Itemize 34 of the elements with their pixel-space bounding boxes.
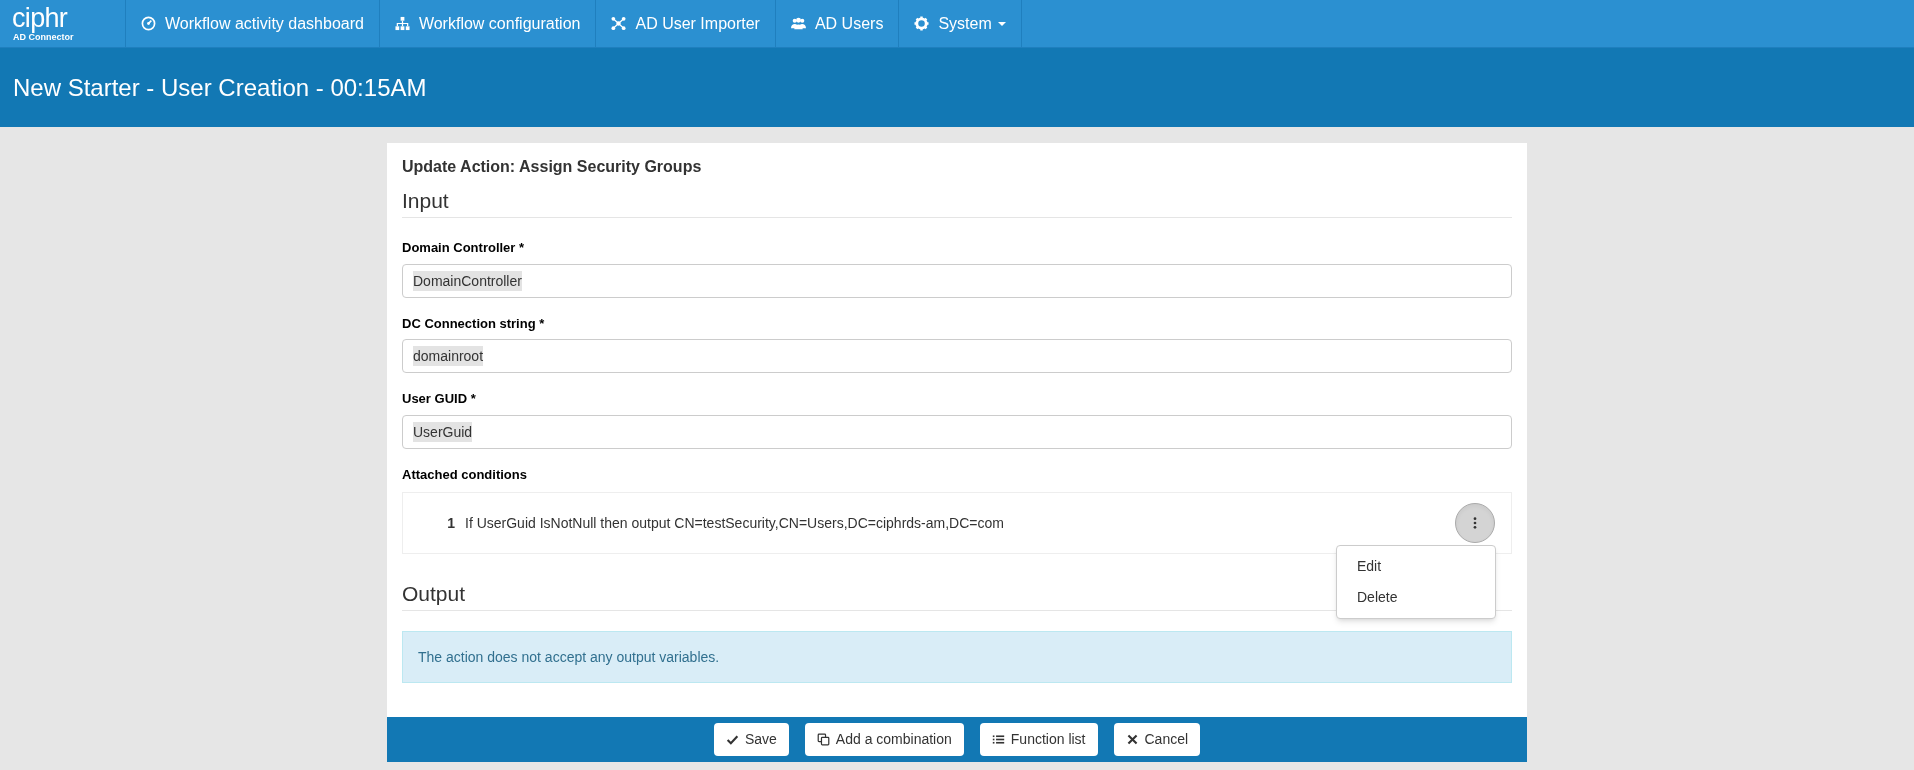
kebab-icon [1473, 517, 1477, 529]
action-button[interactable]: Function list [979, 723, 1098, 756]
action-button[interactable]: Add a combination [804, 723, 964, 756]
field-label: Domain Controller * [402, 239, 525, 257]
close-icon [1125, 733, 1139, 746]
settings-icon [914, 16, 930, 31]
menu-item[interactable]: Delete [1337, 582, 1495, 613]
section-heading: Input [402, 188, 449, 214]
check-icon [725, 733, 739, 746]
action-button[interactable]: Save [713, 723, 789, 756]
info-message: The action does not accept any output variables. [402, 631, 1512, 683]
variable-token: DomainController [413, 270, 522, 291]
sitemap-icon [394, 16, 410, 31]
gauge-icon [141, 16, 156, 31]
input-field[interactable]: DomainController [402, 263, 1512, 298]
more-options-button[interactable] [1455, 503, 1495, 543]
section-heading: Output [402, 581, 466, 607]
variable-token: domainroot [413, 346, 484, 366]
field-label: DC Connection string * [402, 314, 545, 333]
menu-item[interactable]: Edit [1337, 551, 1495, 582]
input-field[interactable]: domainroot [402, 339, 1512, 373]
condition-number: 1 [446, 513, 455, 533]
field-label: User GUID * [402, 390, 476, 408]
copy-icon [816, 733, 830, 746]
form-title: Update Action: Assign Security Groups [402, 157, 703, 177]
page-title: New Starter - User Creation - 00:15AM [13, 72, 427, 103]
list-icon [991, 733, 1005, 746]
condition-text: If UserGuid IsNotNull then output CN=testSecurity,CN=Users,DC=ciphrds-am,DC=com [465, 513, 1005, 533]
action-button[interactable]: Cancel [1113, 723, 1201, 756]
variable-token: UserGuid [413, 421, 473, 442]
input-field[interactable]: UserGuid [402, 414, 1512, 449]
field-label: Attached conditions [402, 465, 527, 484]
users-icon [790, 16, 806, 31]
network-icon [611, 16, 627, 31]
